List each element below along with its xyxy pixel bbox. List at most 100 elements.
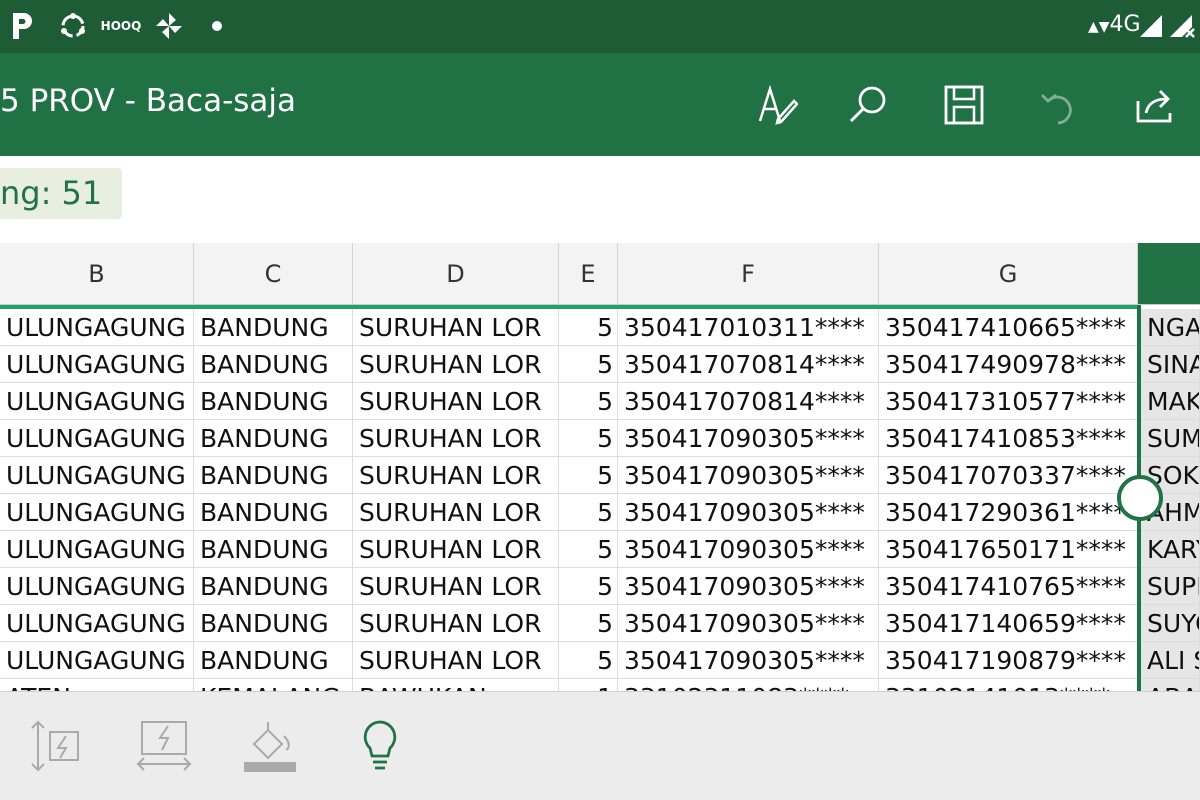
flash-fill-icon[interactable] <box>134 716 194 776</box>
cell-f[interactable]: 350417070814**** <box>618 383 879 420</box>
cell-g[interactable]: 350417290361**** <box>879 494 1138 531</box>
cell-g[interactable]: 350417310577**** <box>879 383 1138 420</box>
cell-e[interactable]: 1 <box>559 679 618 691</box>
cell-d[interactable]: SURUHAN LOR <box>353 642 559 679</box>
spreadsheet-grid[interactable]: B C D E F G ULUNGAGUNG BANDUNG SURUHAN LOR… <box>0 243 1200 691</box>
cell-b[interactable]: ULUNGAGUNG <box>0 457 194 494</box>
cell-c[interactable]: BANDUNG <box>194 383 353 420</box>
share-icon[interactable] <box>1128 79 1180 131</box>
cell-f[interactable]: 350417090305**** <box>618 457 879 494</box>
table-row: ULUNGAGUNG BANDUNG SURUHAN LOR 5 35041709030… <box>0 605 1200 642</box>
cell-e[interactable]: 5 <box>559 494 618 531</box>
table-row: ULUNGAGUNG BANDUNG SURUHAN LOR 5 35041701031… <box>0 309 1200 346</box>
cell-h[interactable]: KARY <box>1141 531 1200 568</box>
cell-d[interactable]: SURUHAN LOR <box>353 383 559 420</box>
cell-d[interactable]: SURUHAN LOR <box>353 568 559 605</box>
cell-g[interactable]: 350417410853**** <box>879 420 1138 457</box>
cell-g[interactable]: 350417650171**** <box>879 531 1138 568</box>
cell-g[interactable]: 350417190879**** <box>879 642 1138 679</box>
cell-b[interactable]: ULUNGAGUNG <box>0 494 194 531</box>
column-header-f[interactable]: F <box>618 243 879 305</box>
cell-c[interactable]: BANDUNG <box>194 531 353 568</box>
cell-e[interactable]: 5 <box>559 642 618 679</box>
cell-f[interactable]: 350417090305**** <box>618 568 879 605</box>
network-type: ▲▼4G <box>1088 12 1141 37</box>
cell-c[interactable]: BANDUNG <box>194 309 353 346</box>
cell-c[interactable]: BANDUNG <box>194 494 353 531</box>
cell-e[interactable]: 5 <box>559 420 618 457</box>
cell-h[interactable]: ABAS <box>1141 679 1200 691</box>
undo-icon[interactable] <box>1034 79 1086 131</box>
cell-d[interactable]: SURUHAN LOR <box>353 346 559 383</box>
cell-h[interactable]: NGA <box>1141 309 1200 346</box>
cell-b[interactable]: ULUNGAGUNG <box>0 309 194 346</box>
cell-e[interactable]: 5 <box>559 346 618 383</box>
cell-b[interactable]: ULUNGAGUNG <box>0 383 194 420</box>
cell-e[interactable]: 5 <box>559 457 618 494</box>
cell-f[interactable]: 350417090305**** <box>618 531 879 568</box>
cell-e[interactable]: 5 <box>559 605 618 642</box>
cell-b[interactable]: ULUNGAGUNG <box>0 642 194 679</box>
cell-c[interactable]: BANDUNG <box>194 346 353 383</box>
cell-e[interactable]: 5 <box>559 383 618 420</box>
cell-h[interactable]: SUYO <box>1141 605 1200 642</box>
cell-d[interactable]: SURUHAN LOR <box>353 605 559 642</box>
cell-c[interactable]: BANDUNG <box>194 457 353 494</box>
cell-b[interactable]: ULUNGAGUNG <box>0 568 194 605</box>
cell-c[interactable]: BANDUNG <box>194 642 353 679</box>
cell-f[interactable]: 350417090305**** <box>618 642 879 679</box>
cell-e[interactable]: 5 <box>559 568 618 605</box>
cell-d[interactable]: SURUHAN LOR <box>353 309 559 346</box>
cell-f[interactable]: 350417070814**** <box>618 346 879 383</box>
column-header-d[interactable]: D <box>353 243 559 305</box>
cell-b[interactable]: ULUNGAGUNG <box>0 531 194 568</box>
cell-f[interactable]: 350417010311**** <box>618 309 879 346</box>
selection-handle[interactable] <box>1117 475 1163 521</box>
lightbulb-icon[interactable] <box>350 716 410 776</box>
cell-g[interactable]: 350417410765**** <box>879 568 1138 605</box>
column-header-e[interactable]: E <box>559 243 618 305</box>
column-header-c[interactable]: C <box>194 243 353 305</box>
cell-b[interactable]: ULUNGAGUNG <box>0 420 194 457</box>
cell-b[interactable]: ULUNGAGUNG <box>0 346 194 383</box>
hooq-icon: HOOQ <box>100 19 142 33</box>
column-header-h-selected[interactable] <box>1138 243 1200 305</box>
cell-d[interactable]: BAWUKAN <box>353 679 559 691</box>
cell-h[interactable]: SUM <box>1141 420 1200 457</box>
app-bar: 5 PROV - Baca-saja <box>0 53 1200 156</box>
cell-h[interactable]: SUPI <box>1141 568 1200 605</box>
cell-f[interactable]: 350417090305**** <box>618 605 879 642</box>
column-header-g[interactable]: G <box>879 243 1138 305</box>
cell-f[interactable]: 350417090305**** <box>618 494 879 531</box>
cell-g[interactable]: 350417490978**** <box>879 346 1138 383</box>
cell-h[interactable]: SINA <box>1141 346 1200 383</box>
cell-h[interactable]: MAK <box>1141 383 1200 420</box>
edit-text-icon[interactable] <box>750 79 802 131</box>
search-icon[interactable] <box>842 79 894 131</box>
cell-h[interactable]: ALI S <box>1141 642 1200 679</box>
cell-f[interactable]: 33102311083**** <box>618 679 879 691</box>
cell-b[interactable]: ULUNGAGUNG <box>0 605 194 642</box>
cell-b[interactable]: ATEN <box>0 679 194 691</box>
cell-g[interactable]: 350417070337**** <box>879 457 1138 494</box>
cell-d[interactable]: SURUHAN LOR <box>353 457 559 494</box>
fill-color-icon[interactable] <box>240 716 300 776</box>
cell-info-badge[interactable]: ng: 51 <box>0 168 123 219</box>
cell-d[interactable]: SURUHAN LOR <box>353 531 559 568</box>
cell-e[interactable]: 5 <box>559 309 618 346</box>
cell-g[interactable]: 350417140659**** <box>879 605 1138 642</box>
save-icon[interactable] <box>938 79 990 131</box>
cell-g[interactable]: 350417410665**** <box>879 309 1138 346</box>
cell-c[interactable]: BANDUNG <box>194 568 353 605</box>
fit-rows-icon[interactable] <box>26 716 86 776</box>
cell-d[interactable]: SURUHAN LOR <box>353 420 559 457</box>
cell-f[interactable]: 350417090305**** <box>618 420 879 457</box>
cell-c[interactable]: BANDUNG <box>194 420 353 457</box>
column-header-b[interactable]: B <box>0 243 194 305</box>
cell-d[interactable]: SURUHAN LOR <box>353 494 559 531</box>
cell-g[interactable]: 33102141013**** <box>879 679 1138 691</box>
cell-e[interactable]: 5 <box>559 531 618 568</box>
table-row: ULUNGAGUNG BANDUNG SURUHAN LOR 5 35041709030… <box>0 531 1200 568</box>
cell-c[interactable]: BANDUNG <box>194 605 353 642</box>
cell-c[interactable]: KEMALANG <box>194 679 353 691</box>
